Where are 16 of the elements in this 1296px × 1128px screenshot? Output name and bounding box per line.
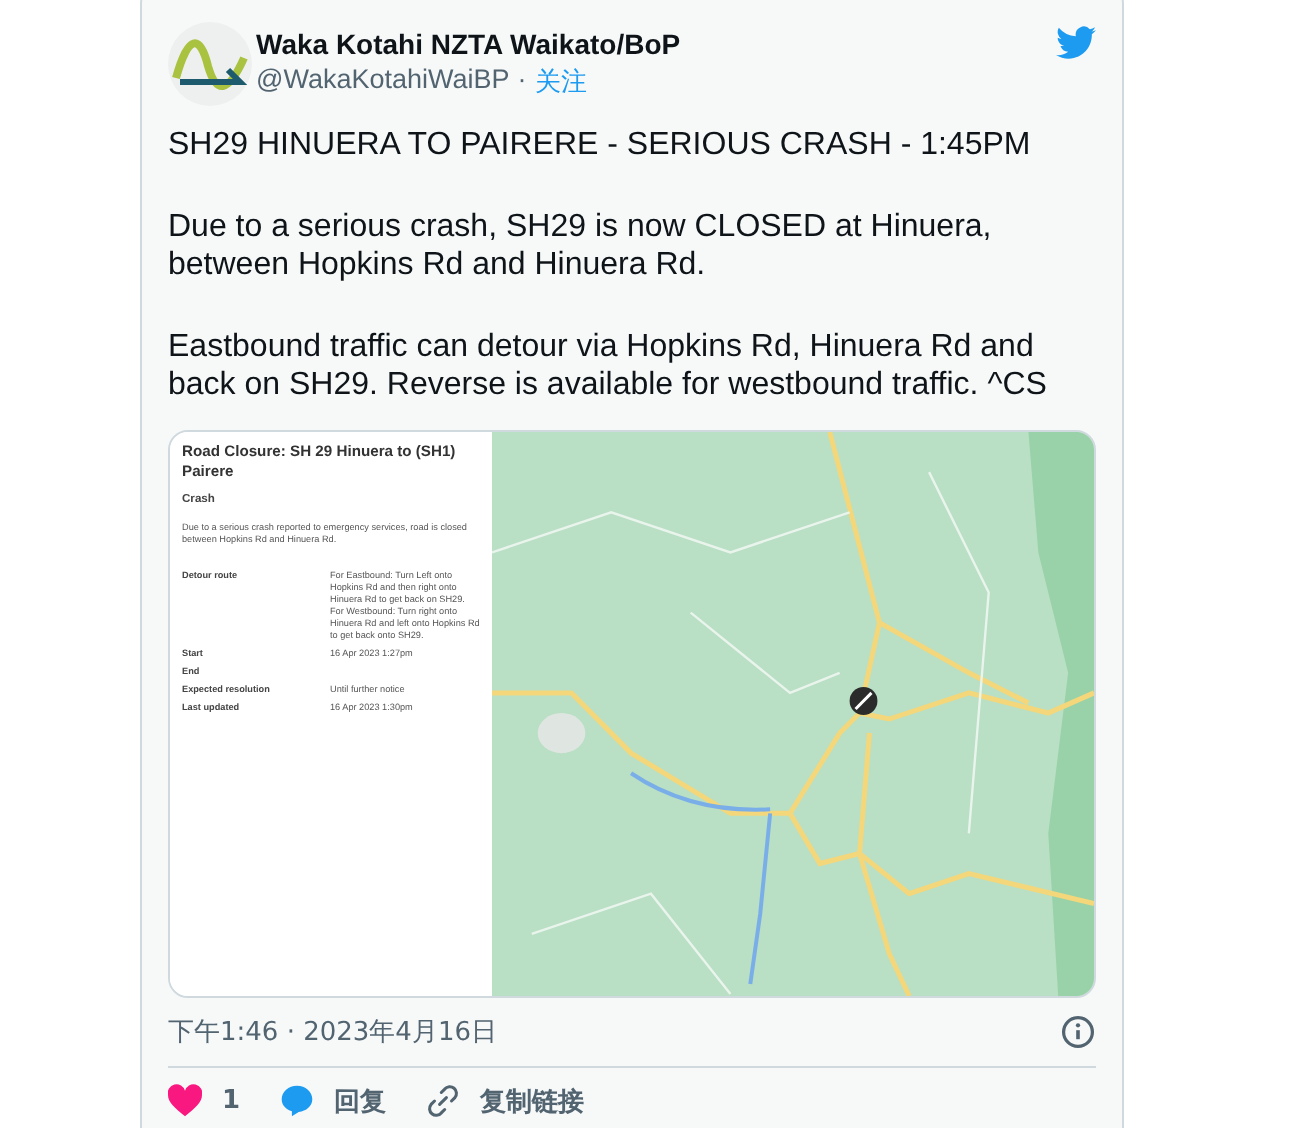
author-handle[interactable]: @WakaKotahiWaiBP: [256, 64, 510, 100]
info-icon[interactable]: [1060, 1013, 1096, 1049]
heart-icon: [168, 1084, 202, 1118]
link-button[interactable]: 复制链接: [426, 1083, 585, 1119]
tweet-text: Due to a serious crash, SH29 is now CLOSED at Hinuera, between Hopkins Rd and Hinuera Rd.: [168, 207, 994, 285]
link-icon: [426, 1084, 461, 1118]
tweet-text: Eastbound traffic can detour via Hopkins Rd, Hinuera Rd and back on SH29. Reverse is available for westbound traffic. ^CS: [168, 327, 1049, 405]
like-button[interactable]: 1: [168, 1083, 241, 1119]
speech-bubble-icon: [280, 1084, 315, 1118]
tweet-text: SH29 HINUERA TO PAIRERE - SERIOUS CRASH - 1:45PM: [168, 126, 1033, 165]
bird-logo-icon[interactable]: [1056, 26, 1096, 60]
avatar-logo-icon[interactable]: [168, 22, 252, 106]
timestamp[interactable]: 下午1:46 · 2023年4月16日: [168, 1013, 497, 1049]
reply-button[interactable]: 回复: [280, 1083, 387, 1119]
separator-dot: ·: [517, 64, 527, 98]
author-name[interactable]: Waka Kotahi NZTA Waikato/BoP: [256, 28, 1052, 60]
